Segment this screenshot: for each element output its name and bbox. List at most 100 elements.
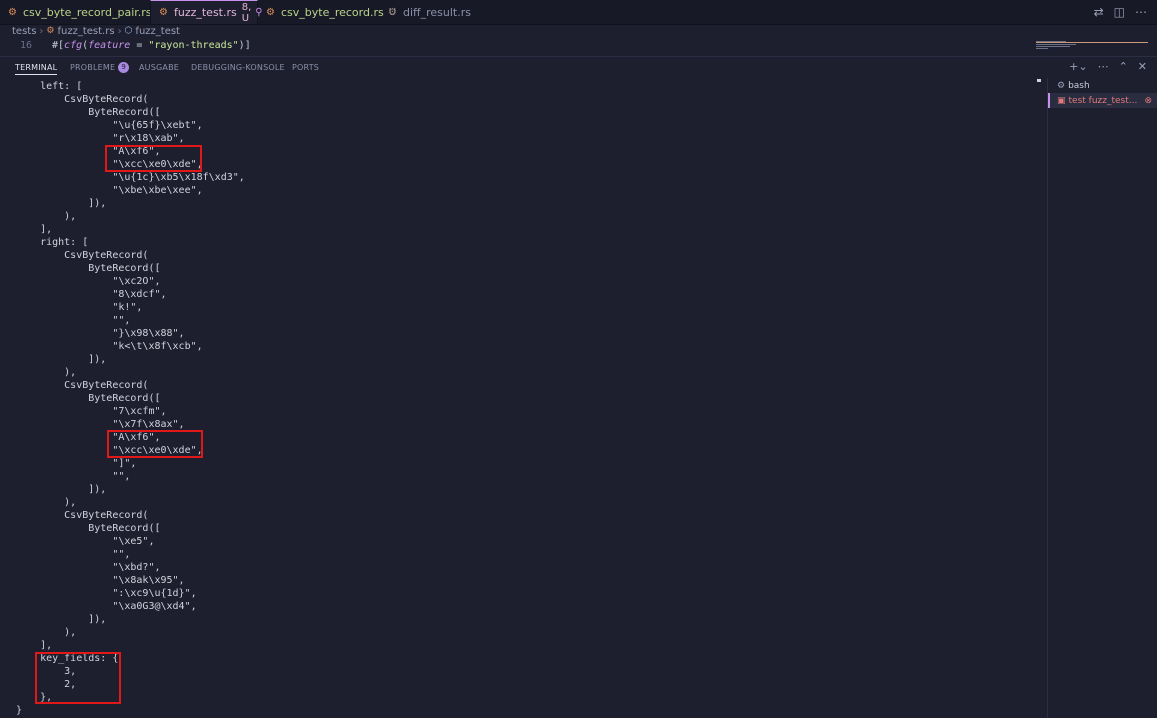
terminal-line: CsvByteRecord( bbox=[16, 94, 149, 105]
terminal-line: left: [ bbox=[16, 81, 83, 92]
highlight-box bbox=[35, 652, 121, 704]
terminal-line: "", bbox=[16, 549, 131, 560]
maximize-panel-icon[interactable]: ⌃ bbox=[1119, 60, 1128, 73]
error-close-icon[interactable]: ⊗ bbox=[1144, 96, 1152, 106]
tab-ports[interactable]: PORTS bbox=[292, 60, 319, 74]
problems-count-badge: 9 bbox=[118, 61, 130, 73]
tab-label: csv_byte_record_pair.rs bbox=[22, 5, 152, 19]
attr-eq: = bbox=[130, 39, 149, 51]
terminal-line: CsvByteRecord( bbox=[16, 250, 149, 261]
attr-open: #[ bbox=[52, 39, 65, 51]
terminal-item-bash[interactable]: ⚙ bash bbox=[1048, 78, 1157, 93]
bash-icon: ⚙ bbox=[1057, 80, 1066, 91]
breadcrumb-folder[interactable]: tests bbox=[12, 26, 36, 37]
terminal-line: "\xe5", bbox=[16, 536, 155, 547]
terminal-line: ByteRecord([ bbox=[16, 393, 161, 404]
terminal-line: "\xa0G3@\xd4", bbox=[16, 601, 197, 612]
breadcrumb-symbol[interactable]: fuzz_test bbox=[135, 26, 180, 37]
tab-csv-byte-record[interactable]: ⚙ csv_byte_record.rs U bbox=[258, 0, 396, 24]
highlight-box bbox=[107, 430, 203, 458]
terminal-line: "k<\t\x8f\xcb", bbox=[16, 341, 203, 352]
more-actions-icon[interactable]: ⋯ bbox=[1135, 5, 1147, 19]
terminal-line: ), bbox=[16, 367, 77, 378]
terminal-line: ), bbox=[16, 497, 77, 508]
terminal-line: CsvByteRecord( bbox=[16, 380, 149, 391]
terminal-line: "\xc2O", bbox=[16, 276, 161, 287]
breadcrumb: tests › ⚙ fuzz_test.rs › ⬡ fuzz_test bbox=[0, 24, 1042, 38]
tabbar-actions: ⇄ ◫ ⋯ bbox=[1094, 0, 1147, 24]
new-terminal-icon[interactable]: +⌄ bbox=[1069, 60, 1087, 73]
rust-file-icon: ⚙ bbox=[46, 26, 55, 36]
attr-fn: cfg bbox=[64, 39, 83, 51]
tab-label: diff_result.rs bbox=[402, 5, 471, 19]
terminal-line: "", bbox=[16, 471, 131, 482]
terminal-icon: ▣ bbox=[1057, 95, 1066, 106]
panel-tab-bar: TERMINAL PROBLEME 9 AUSGABE DEBUGGING-KON… bbox=[0, 56, 1157, 77]
tab-fuzz-test[interactable]: ⚙ fuzz_test.rs 8, U ⚲ bbox=[150, 0, 263, 24]
tab-label: fuzz_test.rs bbox=[173, 6, 237, 19]
terminal-line: ], bbox=[16, 640, 53, 651]
terminal-item-label: bash bbox=[1068, 80, 1090, 91]
tab-probleme[interactable]: PROBLEME 9 bbox=[70, 60, 130, 74]
terminal-line: ]), bbox=[16, 198, 107, 209]
tab-terminal[interactable]: TERMINAL bbox=[15, 60, 58, 75]
terminal-line: ), bbox=[16, 627, 77, 638]
rust-file-icon: ⚙ bbox=[8, 6, 17, 18]
more-actions-icon[interactable]: ⋯ bbox=[1098, 60, 1109, 73]
terminal-line: "7\xcfm", bbox=[16, 406, 167, 417]
minimap[interactable] bbox=[1036, 40, 1148, 50]
terminal-line: "\u{65f}\xebt", bbox=[16, 120, 203, 131]
breadcrumb-file[interactable]: fuzz_test.rs bbox=[58, 26, 115, 37]
terminal-line: CsvByteRecord( bbox=[16, 510, 149, 521]
attr-value: "rayon-threads" bbox=[148, 39, 239, 51]
terminal-line: } bbox=[16, 705, 23, 716]
terminal-line: "\x8ak\x95", bbox=[16, 575, 185, 586]
panel-actions: +⌄ ⋯ ⌃ ✕ bbox=[1069, 58, 1147, 74]
rust-file-icon: ⚙ bbox=[266, 6, 275, 18]
tab-debug-label: DEBUGGING-KONSOLE bbox=[191, 62, 285, 72]
terminal-line: ), bbox=[16, 211, 77, 222]
tab-diff-result[interactable]: ⚙ diff_result.rs bbox=[380, 0, 480, 24]
terminal-line: ], bbox=[16, 224, 53, 235]
tab-csv-byte-record-pair[interactable]: ⚙ csv_byte_record_pair.rs U ⚲ bbox=[0, 0, 175, 24]
tab-label: csv_byte_record.rs bbox=[280, 5, 384, 19]
terminal-line: "\xbe\xbe\xee", bbox=[16, 185, 203, 196]
tab-probleme-label: PROBLEME bbox=[70, 62, 116, 72]
terminal-line: "\xbd?", bbox=[16, 562, 161, 573]
terminal-line: ]), bbox=[16, 484, 107, 495]
terminal-item-test[interactable]: ▣ test fuzz_test... ⊗ bbox=[1048, 93, 1157, 108]
line-number: 16 bbox=[19, 39, 32, 51]
tab-ausgabe[interactable]: AUSGABE bbox=[139, 60, 179, 74]
terminal-line: "k!", bbox=[16, 302, 143, 313]
compare-icon[interactable]: ⇄ bbox=[1094, 5, 1104, 19]
terminal-line: "]", bbox=[16, 458, 137, 469]
editor-line[interactable]: 16 #[cfg(feature = "rayon-threads")] bbox=[0, 38, 1030, 52]
attr-key: feature bbox=[88, 39, 131, 51]
rust-file-icon: ⚙ bbox=[388, 6, 397, 18]
editor-tab-bar: ⚙ csv_byte_record_pair.rs U ⚲ ⚙ fuzz_tes… bbox=[0, 0, 1157, 25]
rust-file-icon: ⚙ bbox=[159, 7, 168, 18]
chevron-right-icon: › bbox=[117, 25, 122, 37]
tab-ausgabe-label: AUSGABE bbox=[139, 62, 180, 72]
chevron-right-icon: › bbox=[39, 25, 44, 37]
close-panel-icon[interactable]: ✕ bbox=[1138, 60, 1147, 73]
tab-debugging-konsole[interactable]: DEBUGGING-KONSOLE bbox=[191, 60, 285, 74]
terminal-line: "\u{1c}\xb5\x18f\xd3", bbox=[16, 172, 245, 183]
split-editor-icon[interactable]: ◫ bbox=[1114, 5, 1125, 19]
terminal-line: ByteRecord([ bbox=[16, 523, 161, 534]
module-icon: ⬡ bbox=[124, 26, 133, 36]
terminal-scroll-indicator bbox=[1037, 79, 1041, 82]
terminal-line: ]), bbox=[16, 354, 107, 365]
terminal-list: ⚙ bash ▣ test fuzz_test... ⊗ bbox=[1047, 78, 1157, 718]
terminal-item-label: test fuzz_test... bbox=[1068, 95, 1138, 106]
terminal-line: "8\xdcf", bbox=[16, 289, 167, 300]
attr-close: )] bbox=[238, 39, 251, 51]
highlight-box bbox=[105, 145, 202, 172]
tab-ports-label: PORTS bbox=[292, 62, 320, 72]
terminal-line: ByteRecord([ bbox=[16, 107, 161, 118]
terminal-line: "", bbox=[16, 315, 131, 326]
terminal-output[interactable]: left: [ CsvByteRecord( ByteRecord([ "\u{… bbox=[0, 78, 1035, 718]
terminal-line: ]), bbox=[16, 614, 107, 625]
terminal-line: "r\x18\xab", bbox=[16, 133, 185, 144]
terminal-line: right: [ bbox=[16, 237, 89, 248]
